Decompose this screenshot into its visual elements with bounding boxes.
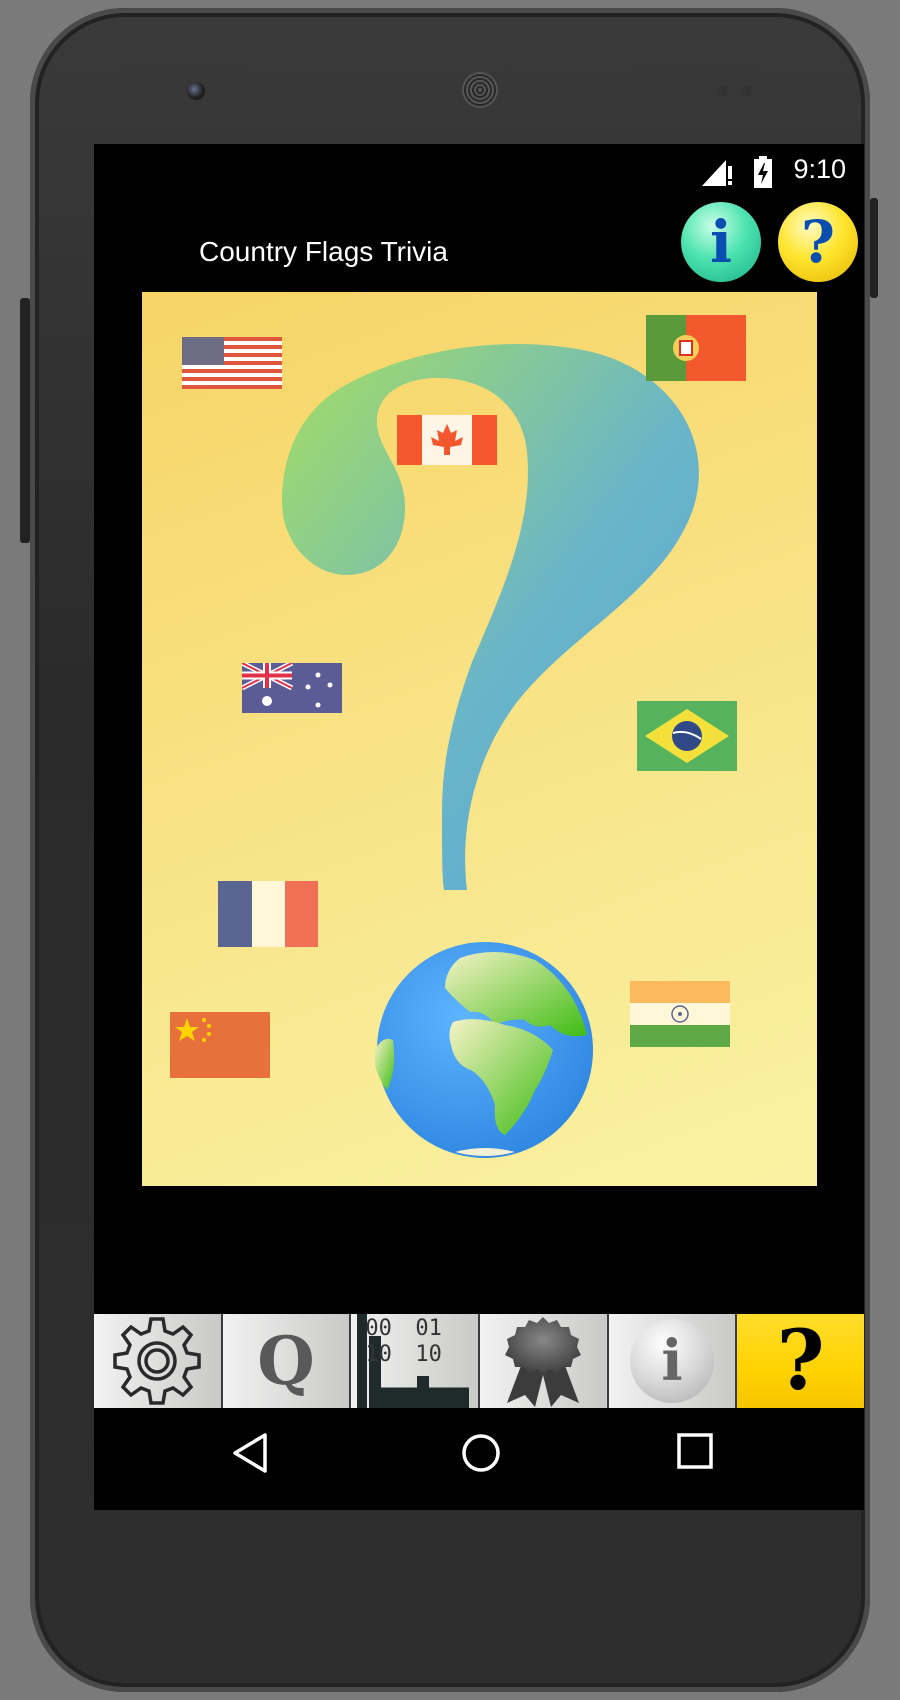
brazil-flag-icon — [637, 701, 737, 771]
binary-stats-icon: 00 01 10 10 — [351, 1314, 477, 1408]
power-button — [870, 198, 878, 298]
info-icon-glyph: i — [661, 1328, 683, 1394]
app-title: Country Flags Trivia — [199, 236, 448, 267]
status-bar: 9:10 — [94, 144, 864, 200]
india-flag-icon — [630, 981, 730, 1047]
quiz-tab[interactable]: Q — [222, 1314, 352, 1408]
help-button[interactable]: ? — [778, 202, 858, 282]
home-icon[interactable] — [460, 1432, 502, 1474]
stats-text-line: 10 — [365, 1342, 392, 1367]
info-icon: i — [630, 1319, 715, 1403]
settings-tab[interactable] — [94, 1314, 223, 1408]
stats-text-line: 00 — [365, 1316, 392, 1341]
help-icon: ? — [776, 1313, 825, 1409]
usa-flag-icon — [182, 337, 282, 389]
globe-icon — [375, 942, 593, 1158]
phone-frame: 9:10 Country Flags Trivia i ? Q 00 01 10… — [20, 8, 878, 1692]
back-icon[interactable] — [230, 1432, 270, 1474]
quiz-icon: Q — [257, 1322, 315, 1400]
china-flag-icon — [170, 1012, 270, 1078]
canada-flag-icon — [397, 415, 497, 465]
award-ribbon-icon — [505, 1317, 582, 1407]
about-tab[interactable]: i — [608, 1314, 738, 1408]
france-flag-icon — [218, 881, 318, 947]
sensor-dot — [718, 86, 728, 96]
help-tab[interactable]: ? — [737, 1313, 864, 1409]
stats-text-line: 01 — [415, 1316, 442, 1341]
screen: 9:10 Country Flags Trivia i ? Q 00 01 10… — [94, 144, 864, 1510]
status-time: 9:10 — [793, 154, 846, 184]
stats-text-line: 10 — [415, 1342, 442, 1367]
splash-image — [142, 292, 817, 1186]
recents-icon[interactable] — [676, 1432, 714, 1470]
australia-flag-icon — [242, 663, 342, 713]
signal-no-data-icon — [702, 160, 732, 186]
gear-icon — [113, 1317, 202, 1405]
bottom-toolbar: Q 00 01 10 10 i ? — [94, 1313, 864, 1409]
navigation-bar — [94, 1408, 864, 1510]
front-camera-icon — [187, 82, 205, 100]
sensor-dot — [742, 86, 752, 96]
achievements-tab[interactable] — [480, 1314, 609, 1408]
speaker-grille — [462, 72, 498, 108]
battery-charging-icon — [754, 156, 772, 188]
statistics-tab[interactable]: 00 01 10 10 — [351, 1314, 481, 1408]
volume-button — [20, 298, 30, 543]
info-button[interactable]: i — [681, 202, 761, 282]
portugal-flag-icon — [646, 315, 746, 381]
